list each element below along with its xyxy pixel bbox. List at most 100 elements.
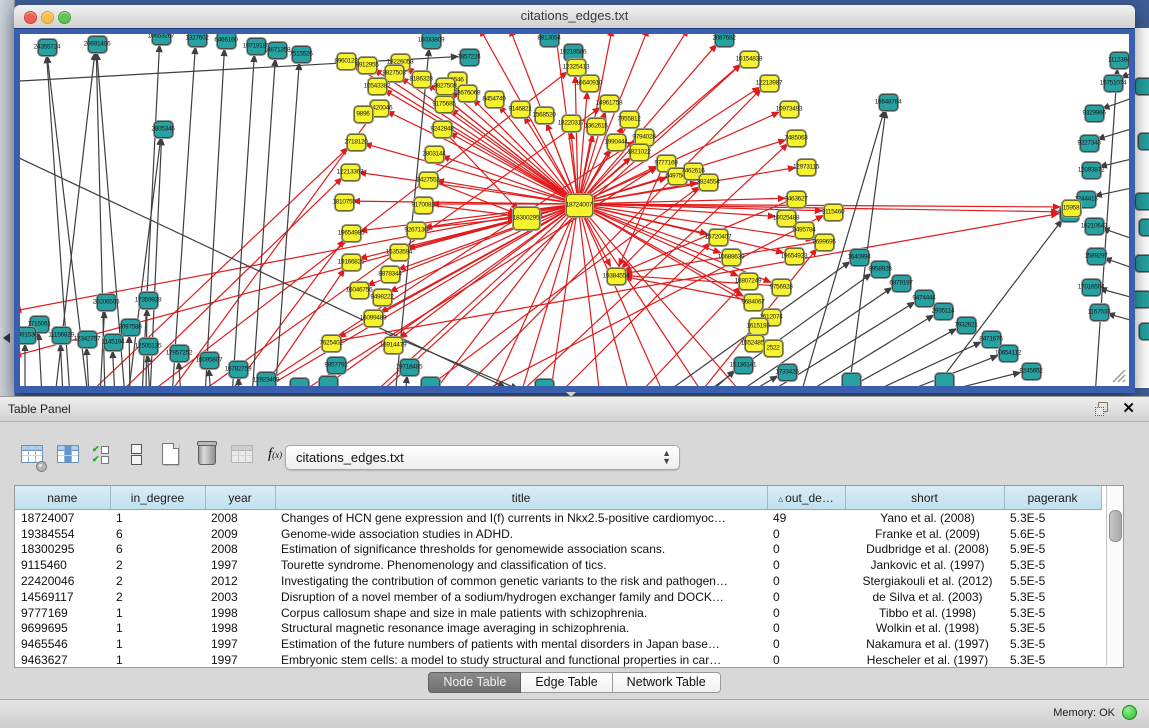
window-titlebar[interactable]: citations_edges.txt: [14, 5, 1135, 29]
table-select-dropdown[interactable]: citations_edges.txt ▲▼: [285, 445, 680, 470]
network-node[interactable]: 12325413: [567, 59, 586, 76]
column-visibility-icon[interactable]: [56, 442, 82, 470]
network-node[interactable]: 15751074: [1104, 75, 1123, 92]
network-node[interactable]: 9245652: [1022, 363, 1041, 380]
network-node[interactable]: 8958928: [871, 261, 890, 278]
network-node[interactable]: 1990444: [607, 134, 626, 151]
network-node[interactable]: 1640994: [850, 249, 869, 266]
network-node[interactable]: 9329966: [1085, 105, 1104, 122]
network-node[interactable]: 15353594: [390, 244, 409, 261]
network-node[interactable]: 9756928: [772, 279, 791, 296]
network-node[interactable]: 17016504: [1082, 279, 1101, 296]
network-node[interactable]: 12505135: [139, 338, 158, 355]
network-node[interactable]: 19218586: [564, 44, 583, 61]
network-node[interactable]: 2718120: [347, 134, 366, 151]
network-node[interactable]: 2522: [764, 340, 783, 357]
table-row[interactable]: 911546021997Tourette syndrome. Phenomeno…: [15, 557, 1101, 573]
tab-node-table[interactable]: Node Table: [428, 672, 521, 693]
network-node[interactable]: 18724007: [566, 194, 593, 217]
network-node[interactable]: [421, 377, 440, 387]
network-node[interactable]: 1145194: [104, 334, 123, 351]
table-scrollbar[interactable]: [1106, 486, 1123, 665]
network-node[interactable]: 7932621: [957, 317, 976, 334]
network-node[interactable]: 9896: [354, 106, 373, 123]
network-node[interactable]: 7625402: [322, 335, 341, 352]
column-header-year[interactable]: year: [205, 486, 275, 510]
network-node[interactable]: 2803144: [425, 146, 444, 163]
network-node[interactable]: 9699695: [815, 234, 834, 251]
network-node[interactable]: 9794028: [635, 129, 654, 146]
network-node[interactable]: 1733426: [778, 364, 797, 381]
network-node[interactable]: [935, 373, 954, 387]
network-node[interactable]: 10653267: [152, 34, 171, 45]
network-node[interactable]: 1167533: [1090, 304, 1109, 321]
network-node[interactable]: 9267130: [407, 222, 426, 239]
network-node[interactable]: [1135, 78, 1149, 95]
column-header-name[interactable]: name: [15, 486, 110, 510]
network-node[interactable]: [1135, 291, 1149, 308]
network-node[interactable]: 1991530: [20, 327, 36, 344]
network-node[interactable]: 9495784: [795, 222, 814, 239]
create-column-icon[interactable]: [158, 442, 184, 470]
memory-indicator-icon[interactable]: [1122, 705, 1137, 720]
network-node[interactable]: 9827503: [385, 65, 404, 82]
network-node[interactable]: 12093872: [1082, 162, 1101, 179]
network-node[interactable]: 14961758: [600, 95, 619, 112]
network-node[interactable]: 16033809: [422, 34, 441, 49]
network-node[interactable]: 10543382: [368, 78, 387, 95]
network-node[interactable]: 9827508: [436, 78, 455, 95]
table-row[interactable]: 1872400712008Changes of HCN gene express…: [15, 510, 1101, 526]
table-row[interactable]: 977716911998Corpus callosum shape and si…: [15, 605, 1101, 621]
network-node[interactable]: 6879197: [892, 275, 911, 292]
network-node[interactable]: 9242848: [433, 121, 452, 138]
network-node[interactable]: 16154838: [740, 51, 759, 68]
network-node[interactable]: [1139, 219, 1149, 236]
network-node[interactable]: 7857224: [460, 49, 479, 66]
network-node[interactable]: 16099489: [364, 310, 383, 327]
network-node[interactable]: 24355724: [38, 39, 57, 56]
network-node[interactable]: 1589297: [1087, 248, 1106, 265]
row-options-icon[interactable]: [124, 442, 150, 470]
network-node[interactable]: 9175685: [435, 96, 454, 113]
network-node[interactable]: 19384554: [607, 268, 626, 285]
network-node[interactable]: 9463627: [787, 191, 806, 208]
network-node[interactable]: 8813054: [540, 34, 559, 47]
network-node[interactable]: 15136141: [734, 357, 753, 374]
network-node[interactable]: 19166825: [342, 254, 361, 271]
network-node[interactable]: 12973115: [797, 159, 816, 176]
network-node[interactable]: 12213363: [341, 164, 360, 181]
network-node[interactable]: 20691406: [88, 36, 107, 53]
network-node[interactable]: 7485063: [787, 130, 806, 147]
network-node[interactable]: 1362615: [587, 118, 606, 135]
network-node[interactable]: 17957252: [170, 345, 189, 362]
delete-column-icon[interactable]: [194, 442, 220, 470]
network-node[interactable]: [290, 378, 309, 387]
network-node[interactable]: 16648784: [879, 94, 898, 111]
network-node[interactable]: 1615193: [749, 318, 768, 335]
network-node[interactable]: 10973493: [780, 101, 799, 118]
network-node[interactable]: 19654985: [342, 225, 361, 242]
network-node[interactable]: 18220317: [562, 115, 581, 132]
network-node[interactable]: [535, 379, 554, 387]
network-node[interactable]: 17359928: [139, 292, 158, 309]
network-node[interactable]: 9170081: [414, 197, 433, 214]
network-canvas[interactable]: 2435572420691406106532671327602646616010…: [20, 34, 1129, 386]
table-row[interactable]: 946362711997Embryonic stem cells: a mode…: [15, 652, 1101, 668]
network-node[interactable]: 9498222: [373, 289, 392, 306]
network-node[interactable]: 9427552: [419, 172, 438, 189]
column-header-out_de[interactable]: ▵out_de…: [767, 486, 845, 510]
network-node[interactable]: 19654923: [785, 248, 804, 265]
scrollbar-thumb[interactable]: [1109, 510, 1122, 542]
network-node[interactable]: 8912955: [358, 57, 377, 74]
network-node[interactable]: 8454749: [485, 91, 504, 108]
network-node[interactable]: 7955812: [620, 111, 639, 128]
network-node[interactable]: 6466160: [217, 34, 236, 49]
table-row[interactable]: 969969511998Structural magnetic resonanc…: [15, 621, 1101, 637]
column-header-short[interactable]: short: [845, 486, 1004, 510]
table-row[interactable]: 1938455462009Genome-wide association stu…: [15, 526, 1101, 542]
network-node[interactable]: [1139, 323, 1149, 340]
table-mode-icon[interactable]: [20, 442, 46, 470]
network-node[interactable]: 9227343: [1080, 135, 1099, 152]
network-node[interactable]: 1810755: [335, 194, 354, 211]
network-node[interactable]: 7515526: [292, 46, 311, 63]
